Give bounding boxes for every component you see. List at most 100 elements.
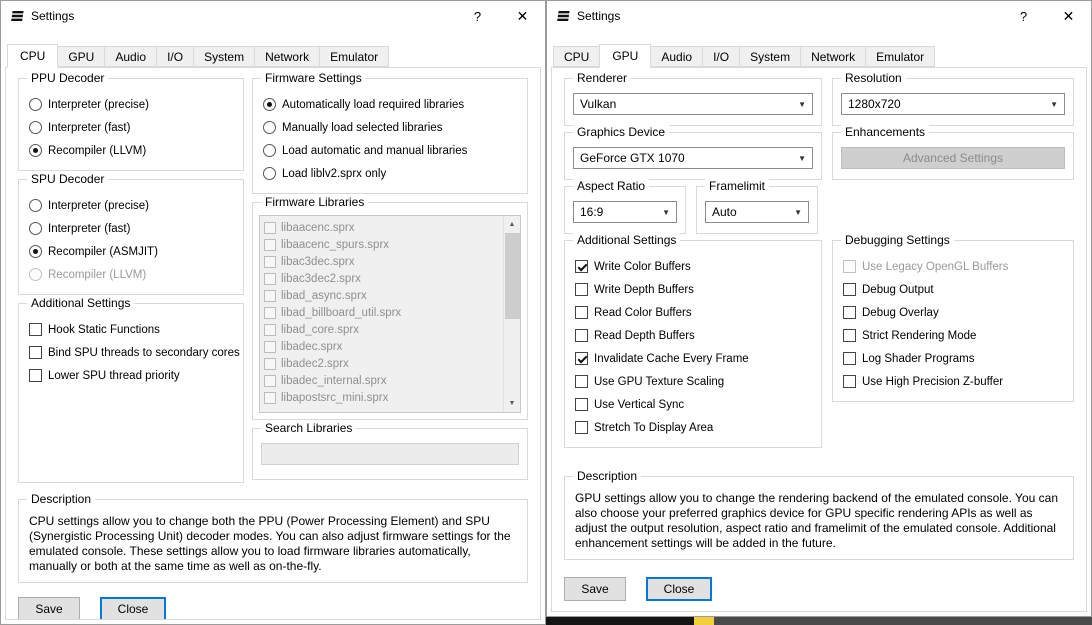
- checkbox-option-strict-rendering-mode[interactable]: Strict Rendering Mode: [843, 324, 1065, 347]
- description-group: Description GPU settings allow you to ch…: [564, 476, 1074, 560]
- radio-option-interpreter-fast[interactable]: Interpreter (fast): [29, 116, 235, 139]
- resolution-group: Resolution 1280x720 ▼: [832, 78, 1074, 126]
- checkbox-option-debug-overlay[interactable]: Debug Overlay: [843, 301, 1065, 324]
- scroll-down-icon[interactable]: ▼: [504, 395, 521, 412]
- scroll-up-icon[interactable]: ▲: [504, 216, 521, 233]
- framelimit-dropdown[interactable]: Auto ▼: [705, 201, 809, 223]
- rpcs3-logo-icon: [555, 8, 571, 24]
- help-button[interactable]: ?: [1001, 1, 1046, 31]
- checkbox-option-hook-static-functions[interactable]: Hook Static Functions: [29, 318, 235, 341]
- library-name: libaacenc_spurs.sprx: [281, 239, 389, 251]
- checkbox-option-use-vertical-sync[interactable]: Use Vertical Sync: [575, 393, 813, 416]
- scrollbar[interactable]: ▲ ▼: [503, 216, 520, 412]
- group-title: Renderer: [573, 71, 631, 85]
- window-close-button[interactable]: ✕: [500, 1, 545, 31]
- spu-decoder-group: SPU Decoder Interpreter (precise) Interp…: [18, 179, 244, 295]
- tab-network[interactable]: Network: [800, 46, 866, 67]
- radio-option-interpreter-fast[interactable]: Interpreter (fast): [29, 217, 235, 240]
- radio-option-recompiler-llvm[interactable]: Recompiler (LLVM): [29, 139, 235, 162]
- dropdown-value: Vulkan: [580, 97, 616, 111]
- scrollbar-thumb[interactable]: [505, 233, 520, 319]
- radio-option-load-automatic-and-manual-libraries[interactable]: Load automatic and manual libraries: [263, 139, 519, 162]
- radio-icon: [29, 268, 42, 281]
- tab-network[interactable]: Network: [254, 46, 320, 67]
- checkbox-option-stretch-to-display-area[interactable]: Stretch To Display Area: [575, 416, 813, 439]
- checkbox-option-read-color-buffers[interactable]: Read Color Buffers: [575, 301, 813, 324]
- tab-system[interactable]: System: [193, 46, 255, 67]
- checkbox-option-log-shader-programs[interactable]: Log Shader Programs: [843, 347, 1065, 370]
- titlebar[interactable]: Settings ? ✕: [547, 1, 1091, 31]
- help-button[interactable]: ?: [455, 1, 500, 31]
- option-label: Load liblv2.sprx only: [282, 168, 386, 180]
- library-item-libaacenc-sprx: libaacenc.sprx: [264, 219, 503, 236]
- close-button[interactable]: Close: [100, 597, 166, 620]
- tab-emulator[interactable]: Emulator: [865, 46, 935, 67]
- checkbox-icon: [264, 273, 276, 285]
- firmware-libraries-group: Firmware Libraries libaacenc.sprx: [252, 202, 528, 420]
- renderer-dropdown[interactable]: Vulkan ▼: [573, 93, 813, 115]
- option-label: Manually load selected libraries: [282, 122, 442, 134]
- graphics-device-group: Graphics Device GeForce GTX 1070 ▼: [564, 132, 822, 180]
- tab-i-o[interactable]: I/O: [702, 46, 740, 67]
- checkbox-option-write-depth-buffers[interactable]: Write Depth Buffers: [575, 278, 813, 301]
- checkbox-option-use-legacy-opengl-buffers: Use Legacy OpenGL Buffers: [843, 255, 1065, 278]
- tab-audio[interactable]: Audio: [650, 46, 703, 67]
- checkbox-icon: [843, 329, 856, 342]
- tab-label: Emulator: [876, 50, 924, 64]
- tab-label: System: [750, 50, 790, 64]
- tab-page-gpu: Renderer Vulkan ▼ Resolution 1280x720 ▼ …: [551, 67, 1087, 612]
- tab-gpu[interactable]: GPU: [599, 44, 651, 68]
- checkbox-icon: [264, 341, 276, 353]
- option-label: Use Legacy OpenGL Buffers: [862, 261, 1008, 273]
- titlebar[interactable]: Settings ? ✕: [1, 1, 545, 31]
- checkbox-option-write-color-buffers[interactable]: Write Color Buffers: [575, 255, 813, 278]
- option-label: Recompiler (LLVM): [48, 145, 146, 157]
- checkbox-option-use-high-precision-z-buffer[interactable]: Use High Precision Z-buffer: [843, 370, 1065, 393]
- checkbox-icon: [264, 222, 276, 234]
- radio-option-recompiler-asmjit[interactable]: Recompiler (ASMJIT): [29, 240, 235, 263]
- checkbox-option-read-depth-buffers[interactable]: Read Depth Buffers: [575, 324, 813, 347]
- radio-option-manually-load-selected-libraries[interactable]: Manually load selected libraries: [263, 116, 519, 139]
- group-title: Resolution: [841, 71, 906, 85]
- save-button[interactable]: Save: [18, 597, 80, 620]
- tab-audio[interactable]: Audio: [104, 46, 157, 67]
- radio-icon: [29, 121, 42, 134]
- tab-label: GPU: [68, 50, 94, 64]
- library-name: libadec2.sprx: [281, 358, 349, 370]
- chevron-down-icon: ▼: [1050, 100, 1058, 109]
- library-item-libapostsrc-mini-sprx: libapostsrc_mini.sprx: [264, 389, 503, 406]
- radio-option-load-liblv2-sprx-only[interactable]: Load liblv2.sprx only: [263, 162, 519, 185]
- tab-cpu[interactable]: CPU: [553, 46, 600, 67]
- option-label: Bind SPU threads to secondary cores: [48, 347, 240, 359]
- tab-label: System: [204, 50, 244, 64]
- aspect-ratio-dropdown[interactable]: 16:9 ▼: [573, 201, 677, 223]
- tab-gpu[interactable]: GPU: [57, 46, 105, 67]
- library-items: libaacenc.sprx libaacenc_spurs.sprx: [260, 216, 503, 412]
- window-close-button[interactable]: ✕: [1046, 1, 1091, 31]
- save-button[interactable]: Save: [564, 577, 626, 601]
- tab-system[interactable]: System: [739, 46, 801, 67]
- group-title: Additional Settings: [573, 233, 680, 247]
- tab-emulator[interactable]: Emulator: [319, 46, 389, 67]
- checkbox-icon: [843, 260, 856, 273]
- close-button[interactable]: Close: [646, 577, 712, 601]
- radio-option-automatically-load-required-libraries[interactable]: Automatically load required libraries: [263, 93, 519, 116]
- radio-option-interpreter-precise[interactable]: Interpreter (precise): [29, 194, 235, 217]
- checkbox-icon: [843, 306, 856, 319]
- tab-label: Network: [811, 50, 855, 64]
- group-title: Aspect Ratio: [573, 179, 649, 193]
- option-label: Hook Static Functions: [48, 324, 160, 336]
- checkbox-option-invalidate-cache-every-frame[interactable]: Invalidate Cache Every Frame: [575, 347, 813, 370]
- tab-cpu[interactable]: CPU: [7, 44, 58, 68]
- checkbox-option-use-gpu-texture-scaling[interactable]: Use GPU Texture Scaling: [575, 370, 813, 393]
- resolution-dropdown[interactable]: 1280x720 ▼: [841, 93, 1065, 115]
- tab-i-o[interactable]: I/O: [156, 46, 194, 67]
- checkbox-option-bind-spu-threads-to-secondary-cores[interactable]: Bind SPU threads to secondary cores: [29, 341, 235, 364]
- library-name: libapostsrc_mini.sprx: [281, 392, 388, 404]
- checkbox-icon: [264, 307, 276, 319]
- radio-option-interpreter-precise[interactable]: Interpreter (precise): [29, 93, 235, 116]
- radio-icon: [263, 144, 276, 157]
- graphics-device-dropdown[interactable]: GeForce GTX 1070 ▼: [573, 147, 813, 169]
- checkbox-option-lower-spu-thread-priority[interactable]: Lower SPU thread priority: [29, 364, 235, 387]
- checkbox-option-debug-output[interactable]: Debug Output: [843, 278, 1065, 301]
